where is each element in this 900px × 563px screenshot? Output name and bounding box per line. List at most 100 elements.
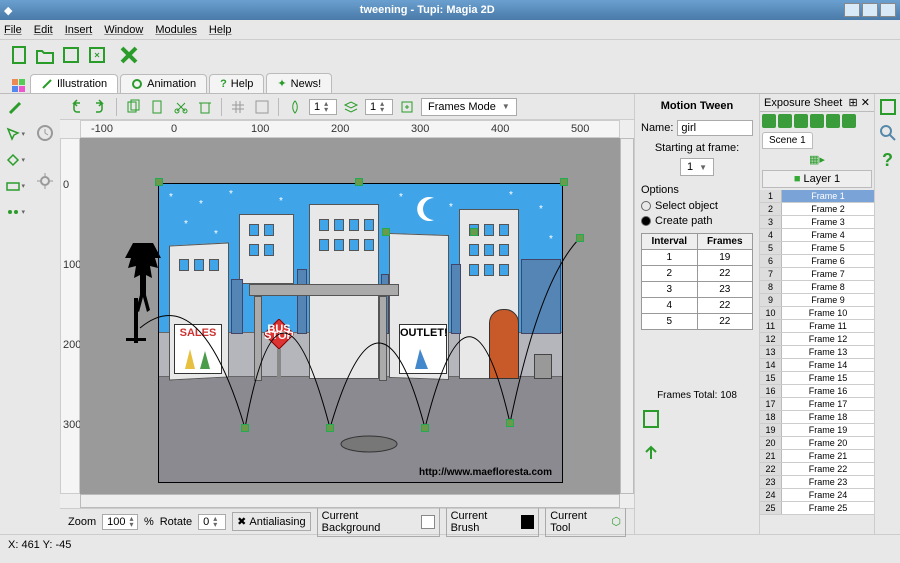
undo-icon[interactable]: [66, 97, 86, 117]
path-handle[interactable]: [326, 424, 334, 432]
menu-help[interactable]: Help: [209, 24, 232, 36]
frame-row[interactable]: 2Frame 2: [760, 203, 874, 216]
frame-row[interactable]: 21Frame 21: [760, 450, 874, 463]
gear-icon[interactable]: [36, 172, 54, 190]
redo-icon[interactable]: [90, 97, 110, 117]
create-path-radio[interactable]: Create path: [641, 215, 753, 227]
current-brush[interactable]: Current Brush: [446, 507, 540, 537]
layer-header[interactable]: ■Layer 1: [762, 170, 872, 188]
menu-modules[interactable]: Modules: [155, 24, 197, 36]
zoom-spinner[interactable]: 100▴▾: [102, 514, 138, 530]
frame-row[interactable]: 24Frame 24: [760, 489, 874, 502]
bbox-handle[interactable]: [470, 228, 478, 236]
frame-row[interactable]: 8Frame 8: [760, 281, 874, 294]
frame-row[interactable]: 15Frame 15: [760, 372, 874, 385]
grid-icon[interactable]: [228, 97, 248, 117]
frame-row[interactable]: 19Frame 19: [760, 424, 874, 437]
frame-row[interactable]: 22Frame 22: [760, 463, 874, 476]
path-handle[interactable]: [241, 424, 249, 432]
viewport[interactable]: *********** SALES BUSSTOP OUTLET!: [80, 138, 620, 494]
remove-frame-icon[interactable]: [778, 114, 792, 128]
frames-mode-dropdown[interactable]: Frames Mode▼: [421, 98, 517, 116]
frame-row[interactable]: 14Frame 14: [760, 359, 874, 372]
copy-icon[interactable]: [123, 97, 143, 117]
frame-row[interactable]: 13Frame 13: [760, 346, 874, 359]
menu-edit[interactable]: Edit: [34, 24, 53, 36]
lock-icon[interactable]: [826, 114, 840, 128]
palette-icon[interactable]: [8, 79, 30, 93]
tab-help[interactable]: ?Help: [209, 74, 264, 93]
maximize-button[interactable]: [862, 3, 878, 17]
help-icon[interactable]: ?: [882, 150, 893, 171]
onion-icon[interactable]: [285, 97, 305, 117]
current-bg[interactable]: Current Background: [317, 507, 440, 537]
current-tool[interactable]: Current Tool⬡: [545, 507, 626, 537]
saveas-icon[interactable]: [86, 44, 108, 66]
move-up-icon[interactable]: [794, 114, 808, 128]
frame-row[interactable]: 9Frame 9: [760, 294, 874, 307]
new-icon[interactable]: [8, 44, 30, 66]
scene-tab[interactable]: Scene 1: [762, 132, 813, 149]
open-icon[interactable]: [34, 44, 56, 66]
tab-illustration[interactable]: Illustration: [30, 74, 118, 93]
close-project-icon[interactable]: [118, 44, 140, 66]
frame-row[interactable]: 17Frame 17: [760, 398, 874, 411]
dock-controls[interactable]: ⊞ ✕: [849, 96, 871, 109]
tween-tool-icon[interactable]: ▾: [5, 202, 25, 222]
move-down-icon[interactable]: [810, 114, 824, 128]
view-tool-icon[interactable]: ▾: [5, 176, 25, 196]
tab-news[interactable]: ✦News!: [266, 73, 332, 93]
tween-name-input[interactable]: [677, 120, 753, 136]
scrollbar-vertical[interactable]: [620, 138, 634, 494]
layer-tools-icon[interactable]: ▦▸: [809, 154, 825, 166]
start-frame-dropdown[interactable]: 1▼: [680, 158, 714, 176]
path-handle[interactable]: [576, 234, 584, 242]
fill-tool-icon[interactable]: ▾: [5, 150, 25, 170]
frame-row[interactable]: 7Frame 7: [760, 268, 874, 281]
frame-row[interactable]: 12Frame 12: [760, 333, 874, 346]
export-icon[interactable]: [397, 97, 417, 117]
menu-window[interactable]: Window: [104, 24, 143, 36]
menu-file[interactable]: File: [4, 24, 22, 36]
scrollbar-horizontal[interactable]: [80, 494, 620, 508]
bbox-handle[interactable]: [560, 178, 568, 186]
frame-row[interactable]: 4Frame 4: [760, 229, 874, 242]
frame-row[interactable]: 20Frame 20: [760, 437, 874, 450]
frame-row[interactable]: 11Frame 11: [760, 320, 874, 333]
history-icon[interactable]: [36, 124, 54, 142]
select-tool-icon[interactable]: ▾: [5, 124, 25, 144]
cut-icon[interactable]: [171, 97, 191, 117]
antialiasing-toggle[interactable]: ✖Antialiasing: [232, 512, 310, 531]
path-handle[interactable]: [506, 419, 514, 427]
frame-row[interactable]: 25Frame 25: [760, 502, 874, 515]
bbox-handle[interactable]: [155, 178, 163, 186]
zoom-tool-icon[interactable]: [879, 124, 897, 142]
frame-row[interactable]: 1Frame 1: [760, 190, 874, 203]
frame-row[interactable]: 23Frame 23: [760, 476, 874, 489]
layers-icon[interactable]: [341, 97, 361, 117]
library-icon[interactable]: [879, 98, 897, 116]
rotate-spinner[interactable]: 0▴▾: [198, 514, 226, 530]
frame-row[interactable]: 3Frame 3: [760, 216, 874, 229]
expand-icon[interactable]: [842, 114, 856, 128]
brush-tool-icon[interactable]: [5, 98, 25, 118]
tab-animation[interactable]: Animation: [120, 74, 207, 93]
minimize-button[interactable]: [844, 3, 860, 17]
frame-spinner[interactable]: 1▴▾: [309, 99, 337, 115]
close-button[interactable]: [880, 3, 896, 17]
select-object-radio[interactable]: Select object: [641, 200, 753, 212]
apply-tween-icon[interactable]: [641, 441, 753, 461]
grid2-icon[interactable]: [252, 97, 272, 117]
paste-icon[interactable]: [147, 97, 167, 117]
menu-insert[interactable]: Insert: [65, 24, 93, 36]
delete-icon[interactable]: [195, 97, 215, 117]
frame-row[interactable]: 10Frame 10: [760, 307, 874, 320]
layer-spinner[interactable]: 1▴▾: [365, 99, 393, 115]
save-tween-icon[interactable]: [641, 409, 753, 429]
frame-row[interactable]: 6Frame 6: [760, 255, 874, 268]
bbox-handle[interactable]: [355, 178, 363, 186]
save-icon[interactable]: [60, 44, 82, 66]
frame-row[interactable]: 16Frame 16: [760, 385, 874, 398]
bbox-handle[interactable]: [382, 228, 390, 236]
path-handle[interactable]: [421, 424, 429, 432]
